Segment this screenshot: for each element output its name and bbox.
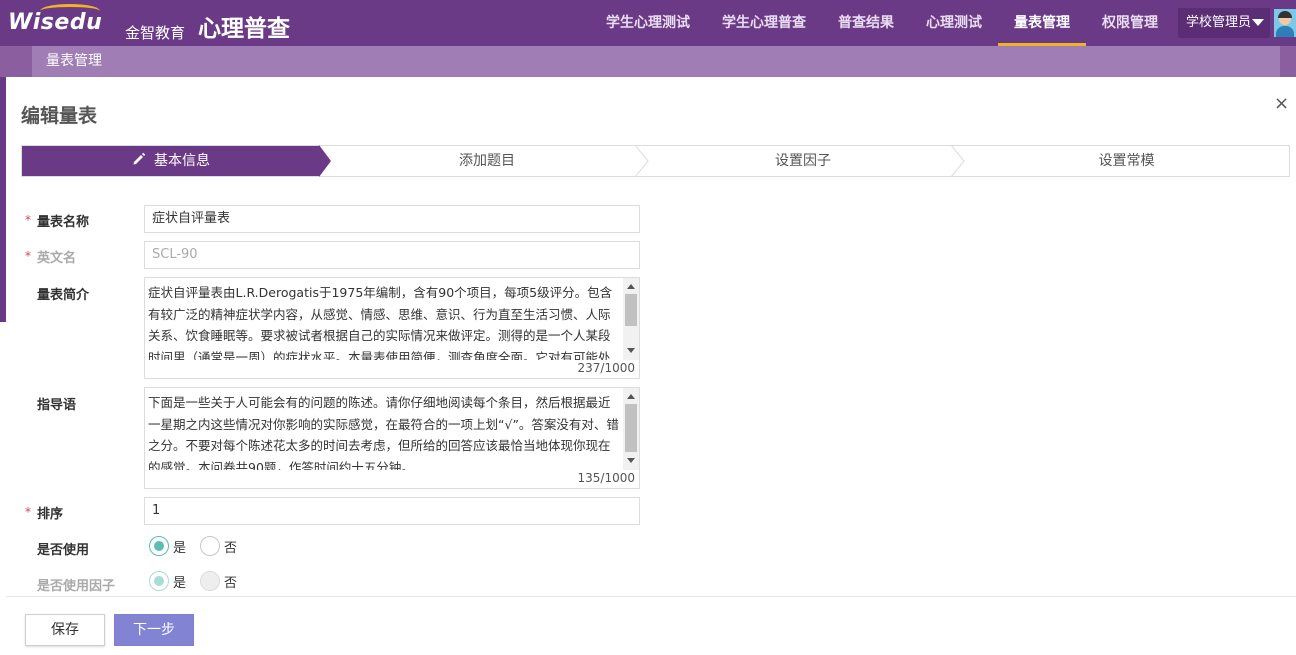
avatar[interactable] (1274, 9, 1296, 37)
nav-item-psych-test[interactable]: 心理测试 (910, 0, 998, 46)
field-label-guide: 指导语 (37, 398, 77, 413)
nav-item-student-test[interactable]: 学生心理测试 (590, 0, 706, 46)
step-wizard: 基本信息 添加题目 设置因子 设置常模 (21, 145, 1290, 177)
step-label: 基本信息 (154, 153, 210, 169)
scale-name-input[interactable]: 症状自评量表 (144, 205, 640, 233)
footer-divider (6, 596, 1296, 597)
user-role-dropdown[interactable]: 学校管理员 (1178, 8, 1270, 38)
caret-down-icon (1252, 19, 1264, 26)
field-label-en-name: 英文名 (37, 251, 77, 266)
order-input[interactable]: 1 (144, 497, 640, 525)
scroll-thumb[interactable] (625, 404, 637, 452)
scroll-down-icon[interactable] (627, 458, 635, 463)
nav-item-scale-management[interactable]: 量表管理 (998, 0, 1086, 46)
breadcrumb: 量表管理 (32, 46, 1280, 77)
step-arrow-icon (319, 145, 331, 177)
form-row-name: * 量表名称 症状自评量表 (21, 205, 661, 233)
app-title: 心理普查 (198, 16, 290, 42)
field-label-order: 排序 (37, 507, 64, 522)
intro-text: 症状自评量表由L.R.Derogatis于1975年编制，含有90个项目，每项5… (148, 285, 613, 360)
form-row-order: * 排序 1 (21, 497, 661, 525)
step-basic-info[interactable]: 基本信息 (22, 146, 320, 176)
modal-title: 编辑量表 (21, 105, 98, 127)
guide-char-counter: 135/1000 (577, 471, 636, 485)
radio-checked-icon (149, 536, 169, 556)
top-navbar: Wisedu 金智教育 心理普查 学生心理测试 学生心理普查 普查结果 心理测试… (0, 0, 1296, 46)
step-add-questions[interactable]: 添加题目 (332, 146, 642, 176)
field-label-use-factor: 是否使用因子 (37, 579, 116, 594)
scroll-up-icon[interactable] (627, 284, 635, 289)
english-name-input[interactable]: SCL-90 (144, 241, 640, 269)
use-factor-no-radio[interactable]: 否 (200, 571, 237, 591)
step-set-factors[interactable]: 设置因子 (648, 146, 958, 176)
main-nav: 学生心理测试 学生心理普查 普查结果 心理测试 量表管理 权限管理 (590, 0, 1174, 46)
save-button[interactable]: 保存 (25, 614, 105, 646)
scroll-up-icon[interactable] (627, 394, 635, 399)
in-use-yes-radio[interactable]: 是 (149, 536, 186, 556)
form-row-intro: 量表简介 症状自评量表由L.R.Derogatis于1975年编制，含有90个项… (21, 277, 661, 379)
radio-checked-icon (149, 571, 169, 591)
in-use-no-radio[interactable]: 否 (200, 536, 237, 556)
nav-item-permissions[interactable]: 权限管理 (1086, 0, 1174, 46)
radio-label: 否 (224, 575, 238, 591)
step-set-norms[interactable]: 设置常模 (962, 146, 1291, 176)
edit-scale-modal: 编辑量表 × 基本信息 添加题目 设置因子 设置常模 * 量表名称 症状自评量表… (6, 77, 1296, 655)
form-row-en-name: * 英文名 SCL-90 (21, 241, 661, 269)
field-label-intro: 量表简介 (37, 288, 90, 303)
field-label-in-use: 是否使用 (37, 543, 90, 558)
pencil-icon (133, 152, 146, 165)
next-step-button[interactable]: 下一步 (114, 614, 194, 646)
form-row-in-use: 是否使用 是 否 (21, 536, 661, 558)
user-role-label: 学校管理员 (1186, 15, 1252, 30)
nav-item-student-survey[interactable]: 学生心理普查 (706, 0, 822, 46)
intro-scrollbar[interactable] (623, 278, 639, 360)
nav-item-survey-results[interactable]: 普查结果 (822, 0, 910, 46)
use-factor-yes-radio[interactable]: 是 (149, 571, 186, 591)
radio-unchecked-icon (200, 536, 220, 556)
scroll-down-icon[interactable] (627, 348, 635, 353)
intro-textarea[interactable]: 症状自评量表由L.R.Derogatis于1975年编制，含有90个项目，每项5… (144, 277, 640, 379)
field-label-name: 量表名称 (37, 215, 90, 230)
guide-scrollbar[interactable] (623, 388, 639, 470)
radio-label: 是 (173, 540, 187, 556)
logo-chinese-name: 金智教育 (125, 24, 186, 42)
close-icon[interactable]: × (1274, 95, 1289, 113)
radio-label: 是 (173, 575, 187, 591)
radio-label: 否 (224, 540, 238, 556)
scroll-thumb[interactable] (625, 294, 637, 326)
form-row-use-factor: 是否使用因子 是 否 (21, 571, 661, 594)
radio-unchecked-icon (200, 571, 220, 591)
guide-textarea[interactable]: 下面是一些关于人可能会有的问题的陈述。请你仔细地阅读每个条目，然后根据最近一星期… (144, 387, 640, 489)
form-row-guide: 指导语 下面是一些关于人可能会有的问题的陈述。请你仔细地阅读每个条目，然后根据最… (21, 387, 661, 489)
guide-text: 下面是一些关于人可能会有的问题的陈述。请你仔细地阅读每个条目，然后根据最近一星期… (148, 395, 619, 470)
logo-text: Wisedu (8, 10, 103, 35)
intro-char-counter: 237/1000 (577, 361, 636, 375)
